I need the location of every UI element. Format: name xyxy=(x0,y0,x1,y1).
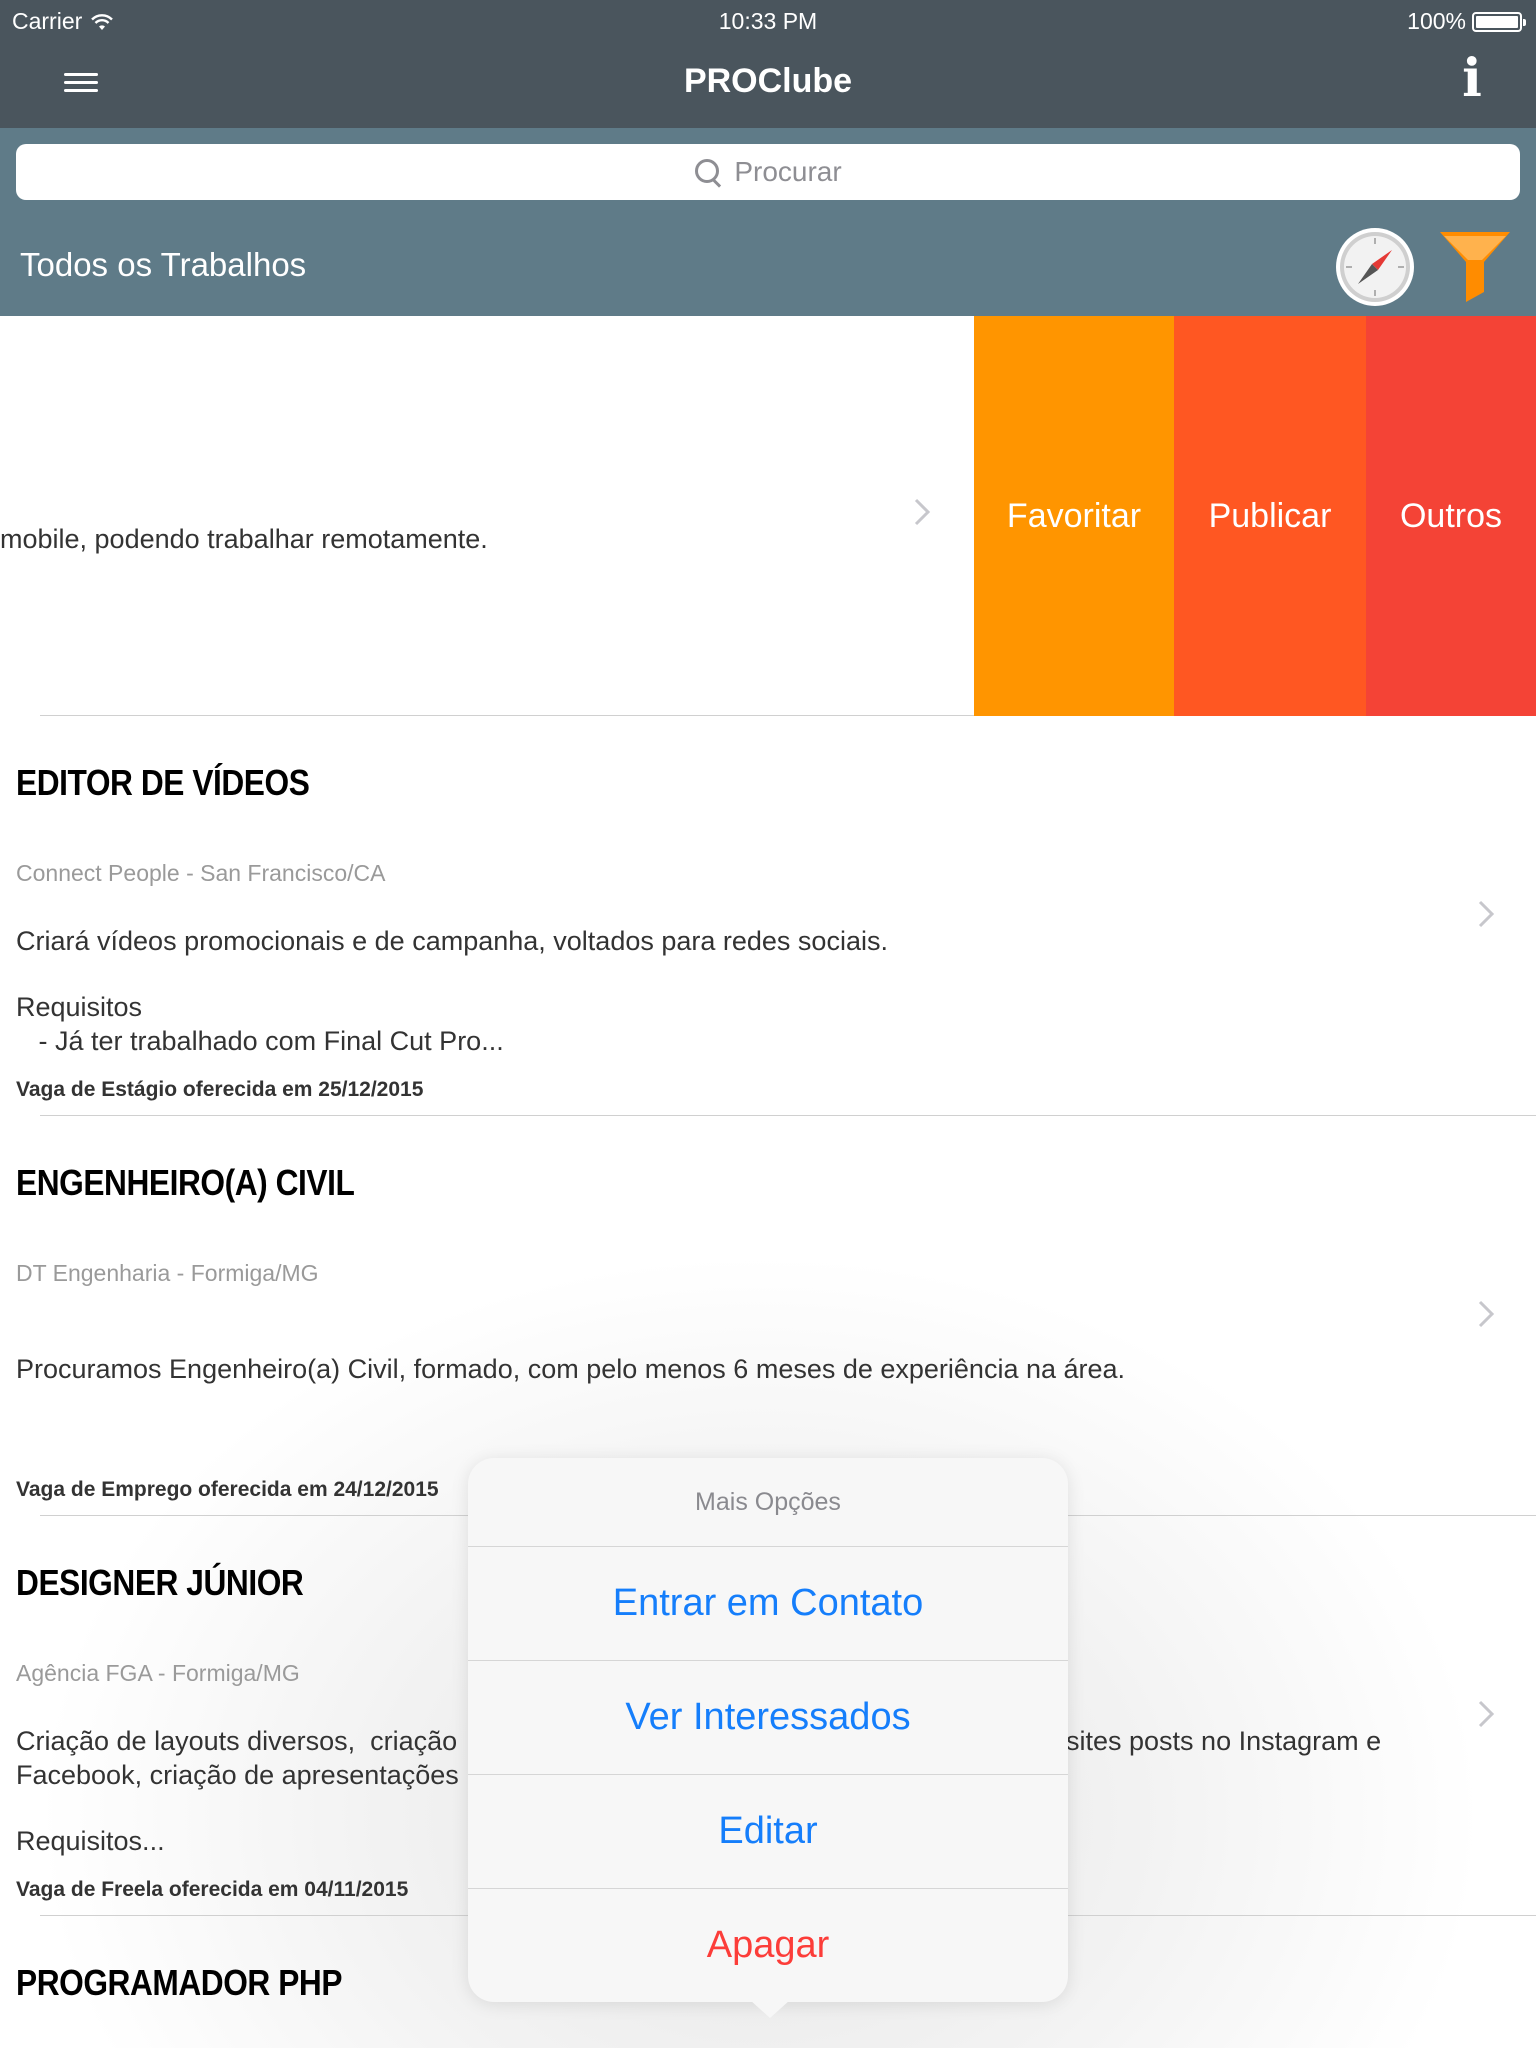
edit-button[interactable]: Editar xyxy=(468,1774,1068,1888)
job-requirements-label: Requisitos xyxy=(16,992,143,1022)
navigation-bar: Carrier 10:33 PM 100% PROClube i xyxy=(0,0,1536,128)
popover-arrow xyxy=(750,2000,790,2018)
outros-button[interactable]: Outros xyxy=(1366,316,1536,716)
job-title: PROGRAMADOR PHP xyxy=(16,1962,343,2003)
job-requirements: Requisitos... xyxy=(16,1826,165,1856)
battery-group: 100% xyxy=(1407,8,1526,35)
job-title: EDITOR DE VÍDEOS xyxy=(16,762,310,803)
search-icon xyxy=(694,158,722,186)
job-summary: Criação de layouts diversos, criação xyxy=(16,1726,458,1756)
battery-icon xyxy=(1472,11,1526,32)
favoritar-button[interactable]: Favoritar xyxy=(974,316,1174,716)
section-title: Todos os Trabalhos xyxy=(20,246,307,283)
job-row-engenheiro-civil[interactable]: ENGENHEIRO(A) CIVIL DT Engenharia - Form… xyxy=(0,1116,1536,1516)
popover-title: Mais Opções xyxy=(695,1487,841,1516)
chevron-right-icon xyxy=(914,498,931,526)
search-bar: Procurar xyxy=(0,128,1536,216)
job-description: mobile, podendo trabalhar remotamente. xyxy=(0,524,488,554)
chevron-right-icon xyxy=(1478,1700,1495,1728)
job-company: Connect People - San Francisco/CA xyxy=(16,860,386,886)
filter-icon[interactable] xyxy=(1438,230,1512,304)
chevron-right-icon xyxy=(1478,900,1495,928)
status-time: 10:33 PM xyxy=(718,8,818,34)
chevron-right-icon xyxy=(1478,1300,1495,1328)
info-button[interactable]: i xyxy=(1452,52,1492,106)
swiped-job-row[interactable]: mobile, podendo trabalhar remotamente. F… xyxy=(0,316,1536,716)
job-summary-continued: sites posts no Instagram e xyxy=(1066,1726,1382,1756)
search-input[interactable]: Procurar xyxy=(16,144,1520,200)
job-company: DT Engenharia - Formiga/MG xyxy=(16,1260,319,1286)
job-title: DESIGNER JÚNIOR xyxy=(16,1562,304,1603)
compass-icon[interactable] xyxy=(1334,226,1416,308)
job-requirements: - Já ter trabalhado com Final Cut Pro... xyxy=(16,1026,504,1056)
job-summary: Procuramos Engenheiro(a) Civil, formado,… xyxy=(16,1354,1126,1384)
view-interested-button[interactable]: Ver Interessados xyxy=(468,1660,1068,1774)
search-placeholder: Procurar xyxy=(734,156,842,187)
more-options-popover: Mais Opções Entrar em Contato Ver Intere… xyxy=(468,1458,1068,2018)
job-posted-date: Vaga de Freela oferecida em 04/11/2015 xyxy=(16,1878,409,1901)
app-title: PROClube xyxy=(683,62,853,100)
job-company: Agência FGA - Formiga/MG xyxy=(16,1660,300,1686)
section-header: Todos os Trabalhos xyxy=(0,216,1536,316)
job-posted-date: Vaga de Emprego oferecida em 24/12/2015 xyxy=(16,1478,439,1501)
job-posted-date: Vaga de Estágio oferecida em 25/12/2015 xyxy=(16,1078,424,1101)
status-bar: Carrier 10:33 PM 100% xyxy=(0,0,1536,42)
job-summary-line2: Facebook, criação de apresentações xyxy=(16,1760,459,1790)
contact-button[interactable]: Entrar em Contato xyxy=(468,1546,1068,1660)
info-icon: i xyxy=(1462,48,1482,109)
job-title: ENGENHEIRO(A) CIVIL xyxy=(16,1162,355,1203)
battery-percent: 100% xyxy=(1407,8,1466,34)
job-row-editor-videos[interactable]: EDITOR DE VÍDEOS Connect People - San Fr… xyxy=(0,716,1536,1116)
job-summary: Criará vídeos promocionais e de campanha… xyxy=(16,926,888,956)
delete-button[interactable]: Apagar xyxy=(468,1888,1068,2002)
publicar-button[interactable]: Publicar xyxy=(1174,316,1366,716)
